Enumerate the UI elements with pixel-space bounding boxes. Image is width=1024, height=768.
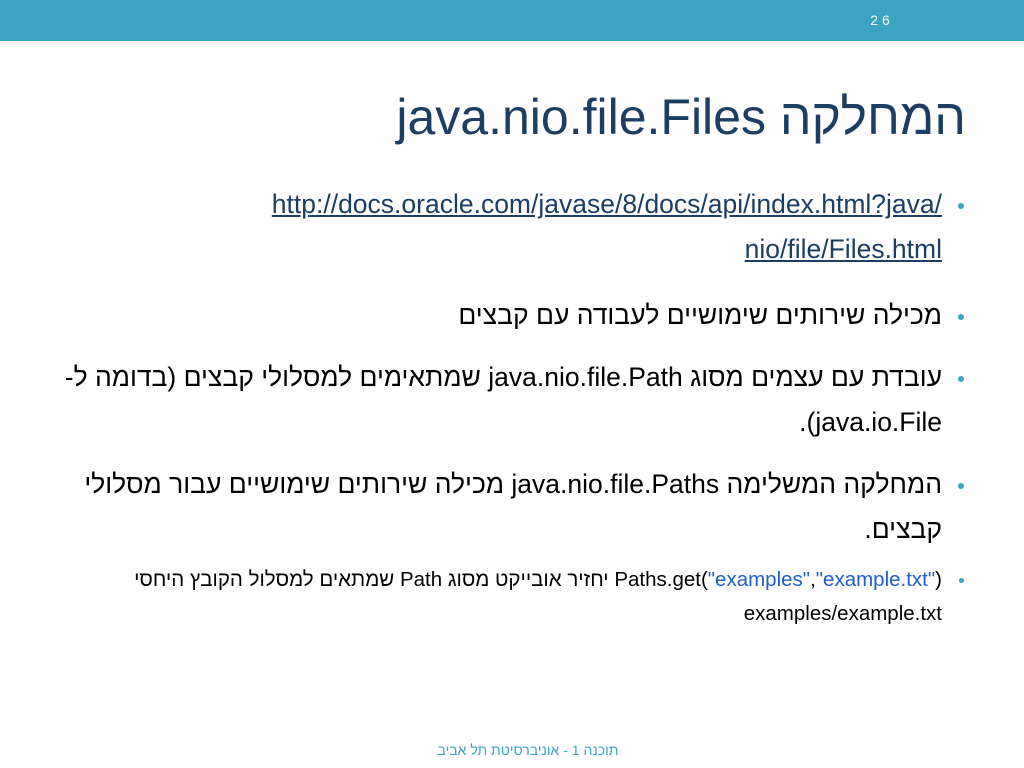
- docs-link[interactable]: http://docs.oracle.com/javase/8/docs/api…: [272, 189, 942, 264]
- bullet-paths-get-example: Paths.get("examples","example.txt") יחזי…: [59, 563, 964, 631]
- code-arg-directory: "examples": [707, 568, 811, 591]
- docs-link-line-1[interactable]: http://docs.oracle.com/javase/8/docs/api…: [272, 189, 942, 219]
- bullet-docs-link: http://docs.oracle.com/javase/8/docs/api…: [59, 182, 964, 272]
- bullet-utilities: מכילה שירותים שימושיים לעבודה עם קבצים: [59, 293, 964, 338]
- docs-link-line-2[interactable]: nio/file/Files.html: [745, 234, 942, 264]
- code-arg-filename: "example.txt": [815, 568, 936, 591]
- slide-title: המחלקה java.nio.file.Files: [396, 89, 966, 145]
- code-call-end: ): [935, 568, 942, 591]
- example-description: יחזיר אובייקט מסוג Path שמתאים למסלול הק…: [134, 568, 615, 591]
- footer-text: תוכנה 1 - אוניברסיטת תל אביב: [437, 742, 619, 758]
- code-call-start: Paths.get(: [614, 568, 708, 591]
- bullet-path-objects: עובדת עם עצמים מסוג java.nio.file.Path ש…: [59, 355, 964, 445]
- relative-path: examples/example.txt: [743, 602, 942, 625]
- bullet-list: http://docs.oracle.com/javase/8/docs/api…: [59, 182, 964, 631]
- slide-number: 2 6: [870, 12, 890, 28]
- top-accent-bar: 2 6: [0, 0, 1024, 41]
- code-snippet: Paths.get("examples","example.txt"): [614, 568, 942, 591]
- bullet-paths-class: המחלקה המשלימה java.nio.file.Paths מכילה…: [59, 462, 964, 552]
